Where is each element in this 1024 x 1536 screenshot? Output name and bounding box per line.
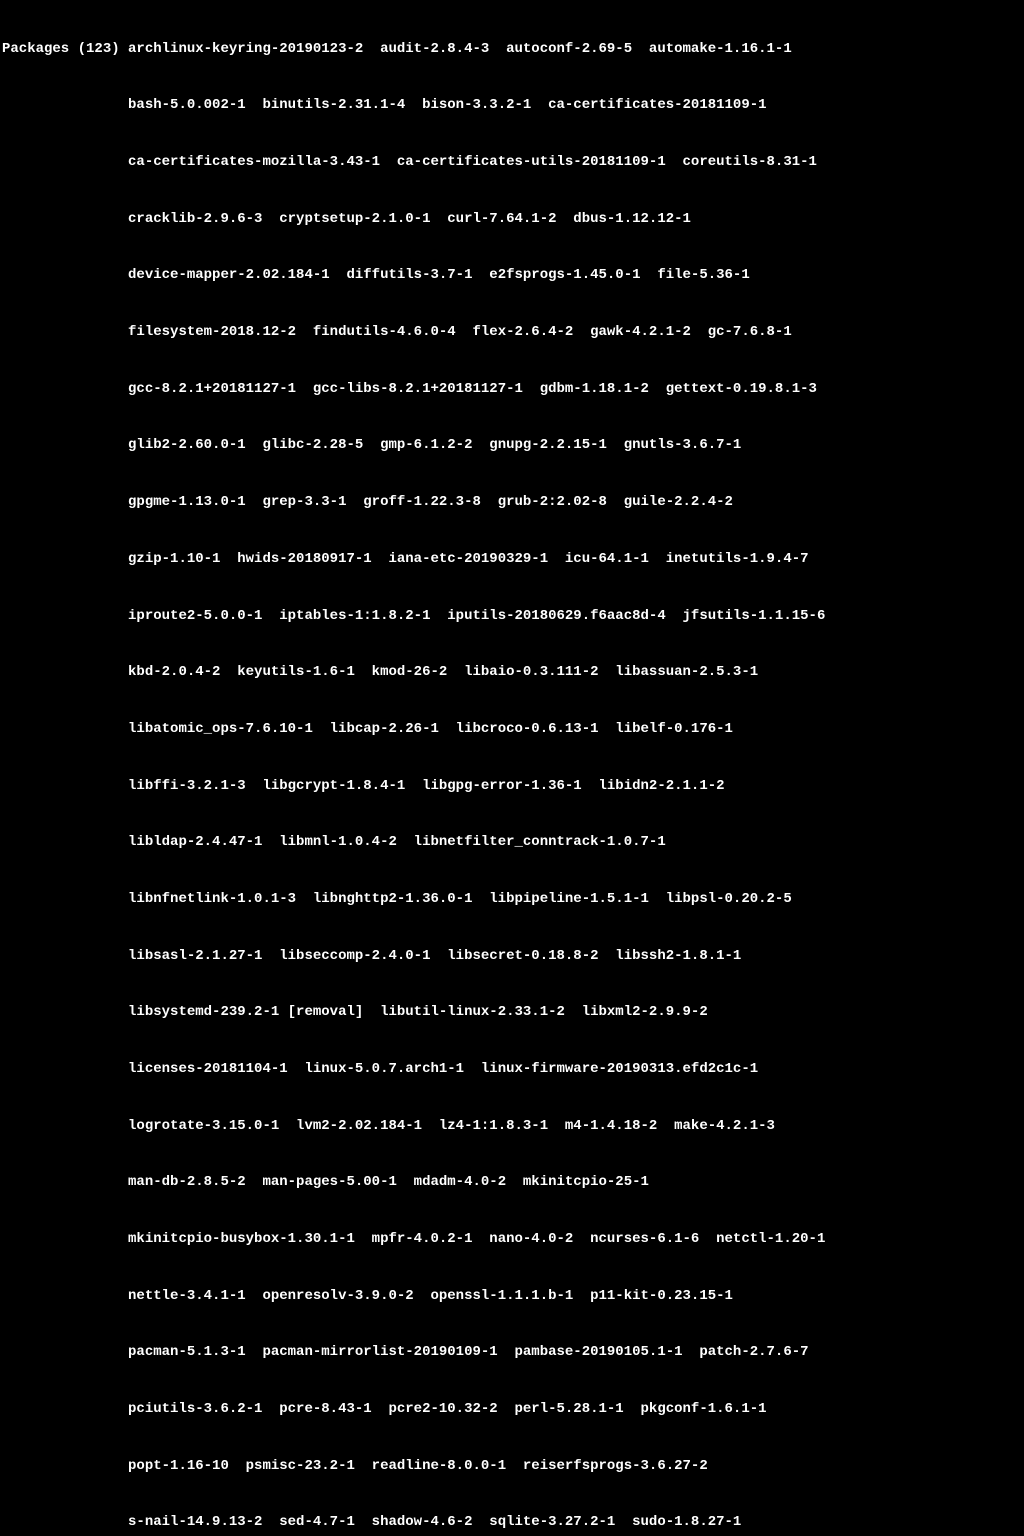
package-indent	[2, 608, 128, 624]
package-line: pacman-5.1.3-1 pacman-mirrorlist-2019010…	[128, 1344, 809, 1360]
package-line: glib2-2.60.0-1 glibc-2.28-5 gmp-6.1.2-2 …	[128, 437, 741, 453]
package-line: archlinux-keyring-20190123-2 audit-2.8.4…	[128, 41, 792, 57]
package-line: libnfnetlink-1.0.1-3 libnghttp2-1.36.0-1…	[128, 891, 792, 907]
package-line: bash-5.0.002-1 binutils-2.31.1-4 bison-3…	[128, 97, 767, 113]
package-line: s-nail-14.9.13-2 sed-4.7-1 shadow-4.6-2 …	[128, 1514, 741, 1530]
package-indent	[2, 1514, 128, 1530]
package-line: mkinitcpio-busybox-1.30.1-1 mpfr-4.0.2-1…	[128, 1231, 825, 1247]
package-indent	[2, 381, 128, 397]
package-line: libldap-2.4.47-1 libmnl-1.0.4-2 libnetfi…	[128, 834, 666, 850]
package-line: gzip-1.10-1 hwids-20180917-1 iana-etc-20…	[128, 551, 809, 567]
package-line: nettle-3.4.1-1 openresolv-3.9.0-2 openss…	[128, 1288, 733, 1304]
package-line: gpgme-1.13.0-1 grep-3.3-1 groff-1.22.3-8…	[128, 494, 733, 510]
package-indent	[2, 1118, 128, 1134]
package-indent	[2, 948, 128, 964]
package-indent	[2, 154, 128, 170]
package-indent	[2, 1458, 128, 1474]
package-indent	[2, 778, 128, 794]
package-indent	[2, 1344, 128, 1360]
package-line: libsasl-2.1.27-1 libseccomp-2.4.0-1 libs…	[128, 948, 741, 964]
package-line: filesystem-2018.12-2 findutils-4.6.0-4 f…	[128, 324, 792, 340]
package-line: iproute2-5.0.0-1 iptables-1:1.8.2-1 iput…	[128, 608, 825, 624]
package-indent	[2, 664, 128, 680]
package-indent	[2, 1288, 128, 1304]
package-line: kbd-2.0.4-2 keyutils-1.6-1 kmod-26-2 lib…	[128, 664, 758, 680]
package-indent	[2, 97, 128, 113]
package-line: logrotate-3.15.0-1 lvm2-2.02.184-1 lz4-1…	[128, 1118, 775, 1134]
package-indent	[2, 1231, 128, 1247]
package-indent	[2, 1174, 128, 1190]
package-line: cracklib-2.9.6-3 cryptsetup-2.1.0-1 curl…	[128, 211, 691, 227]
package-indent	[2, 324, 128, 340]
package-indent	[2, 1061, 128, 1077]
package-indent	[2, 891, 128, 907]
package-indent	[2, 211, 128, 227]
package-line: popt-1.16-10 psmisc-23.2-1 readline-8.0.…	[128, 1458, 708, 1474]
package-line: libffi-3.2.1-3 libgcrypt-1.8.4-1 libgpg-…	[128, 778, 725, 794]
package-indent	[2, 267, 128, 283]
package-indent	[2, 834, 128, 850]
package-line: licenses-20181104-1 linux-5.0.7.arch1-1 …	[128, 1061, 758, 1077]
package-line: libsystemd-239.2-1 [removal] libutil-lin…	[128, 1004, 708, 1020]
packages-block: Packages (123) archlinux-keyring-2019012…	[2, 2, 1024, 1536]
package-indent	[2, 551, 128, 567]
package-indent	[2, 494, 128, 510]
package-line: device-mapper-2.02.184-1 diffutils-3.7-1…	[128, 267, 750, 283]
package-line: man-db-2.8.5-2 man-pages-5.00-1 mdadm-4.…	[128, 1174, 649, 1190]
package-line: libatomic_ops-7.6.10-1 libcap-2.26-1 lib…	[128, 721, 733, 737]
package-indent	[2, 1004, 128, 1020]
package-indent	[2, 1401, 128, 1417]
package-indent	[2, 437, 128, 453]
package-line: ca-certificates-mozilla-3.43-1 ca-certif…	[128, 154, 817, 170]
package-line: gcc-8.2.1+20181127-1 gcc-libs-8.2.1+2018…	[128, 381, 817, 397]
package-line: pciutils-3.6.2-1 pcre-8.43-1 pcre2-10.32…	[128, 1401, 767, 1417]
packages-header: Packages (123)	[2, 41, 128, 57]
package-indent	[2, 721, 128, 737]
